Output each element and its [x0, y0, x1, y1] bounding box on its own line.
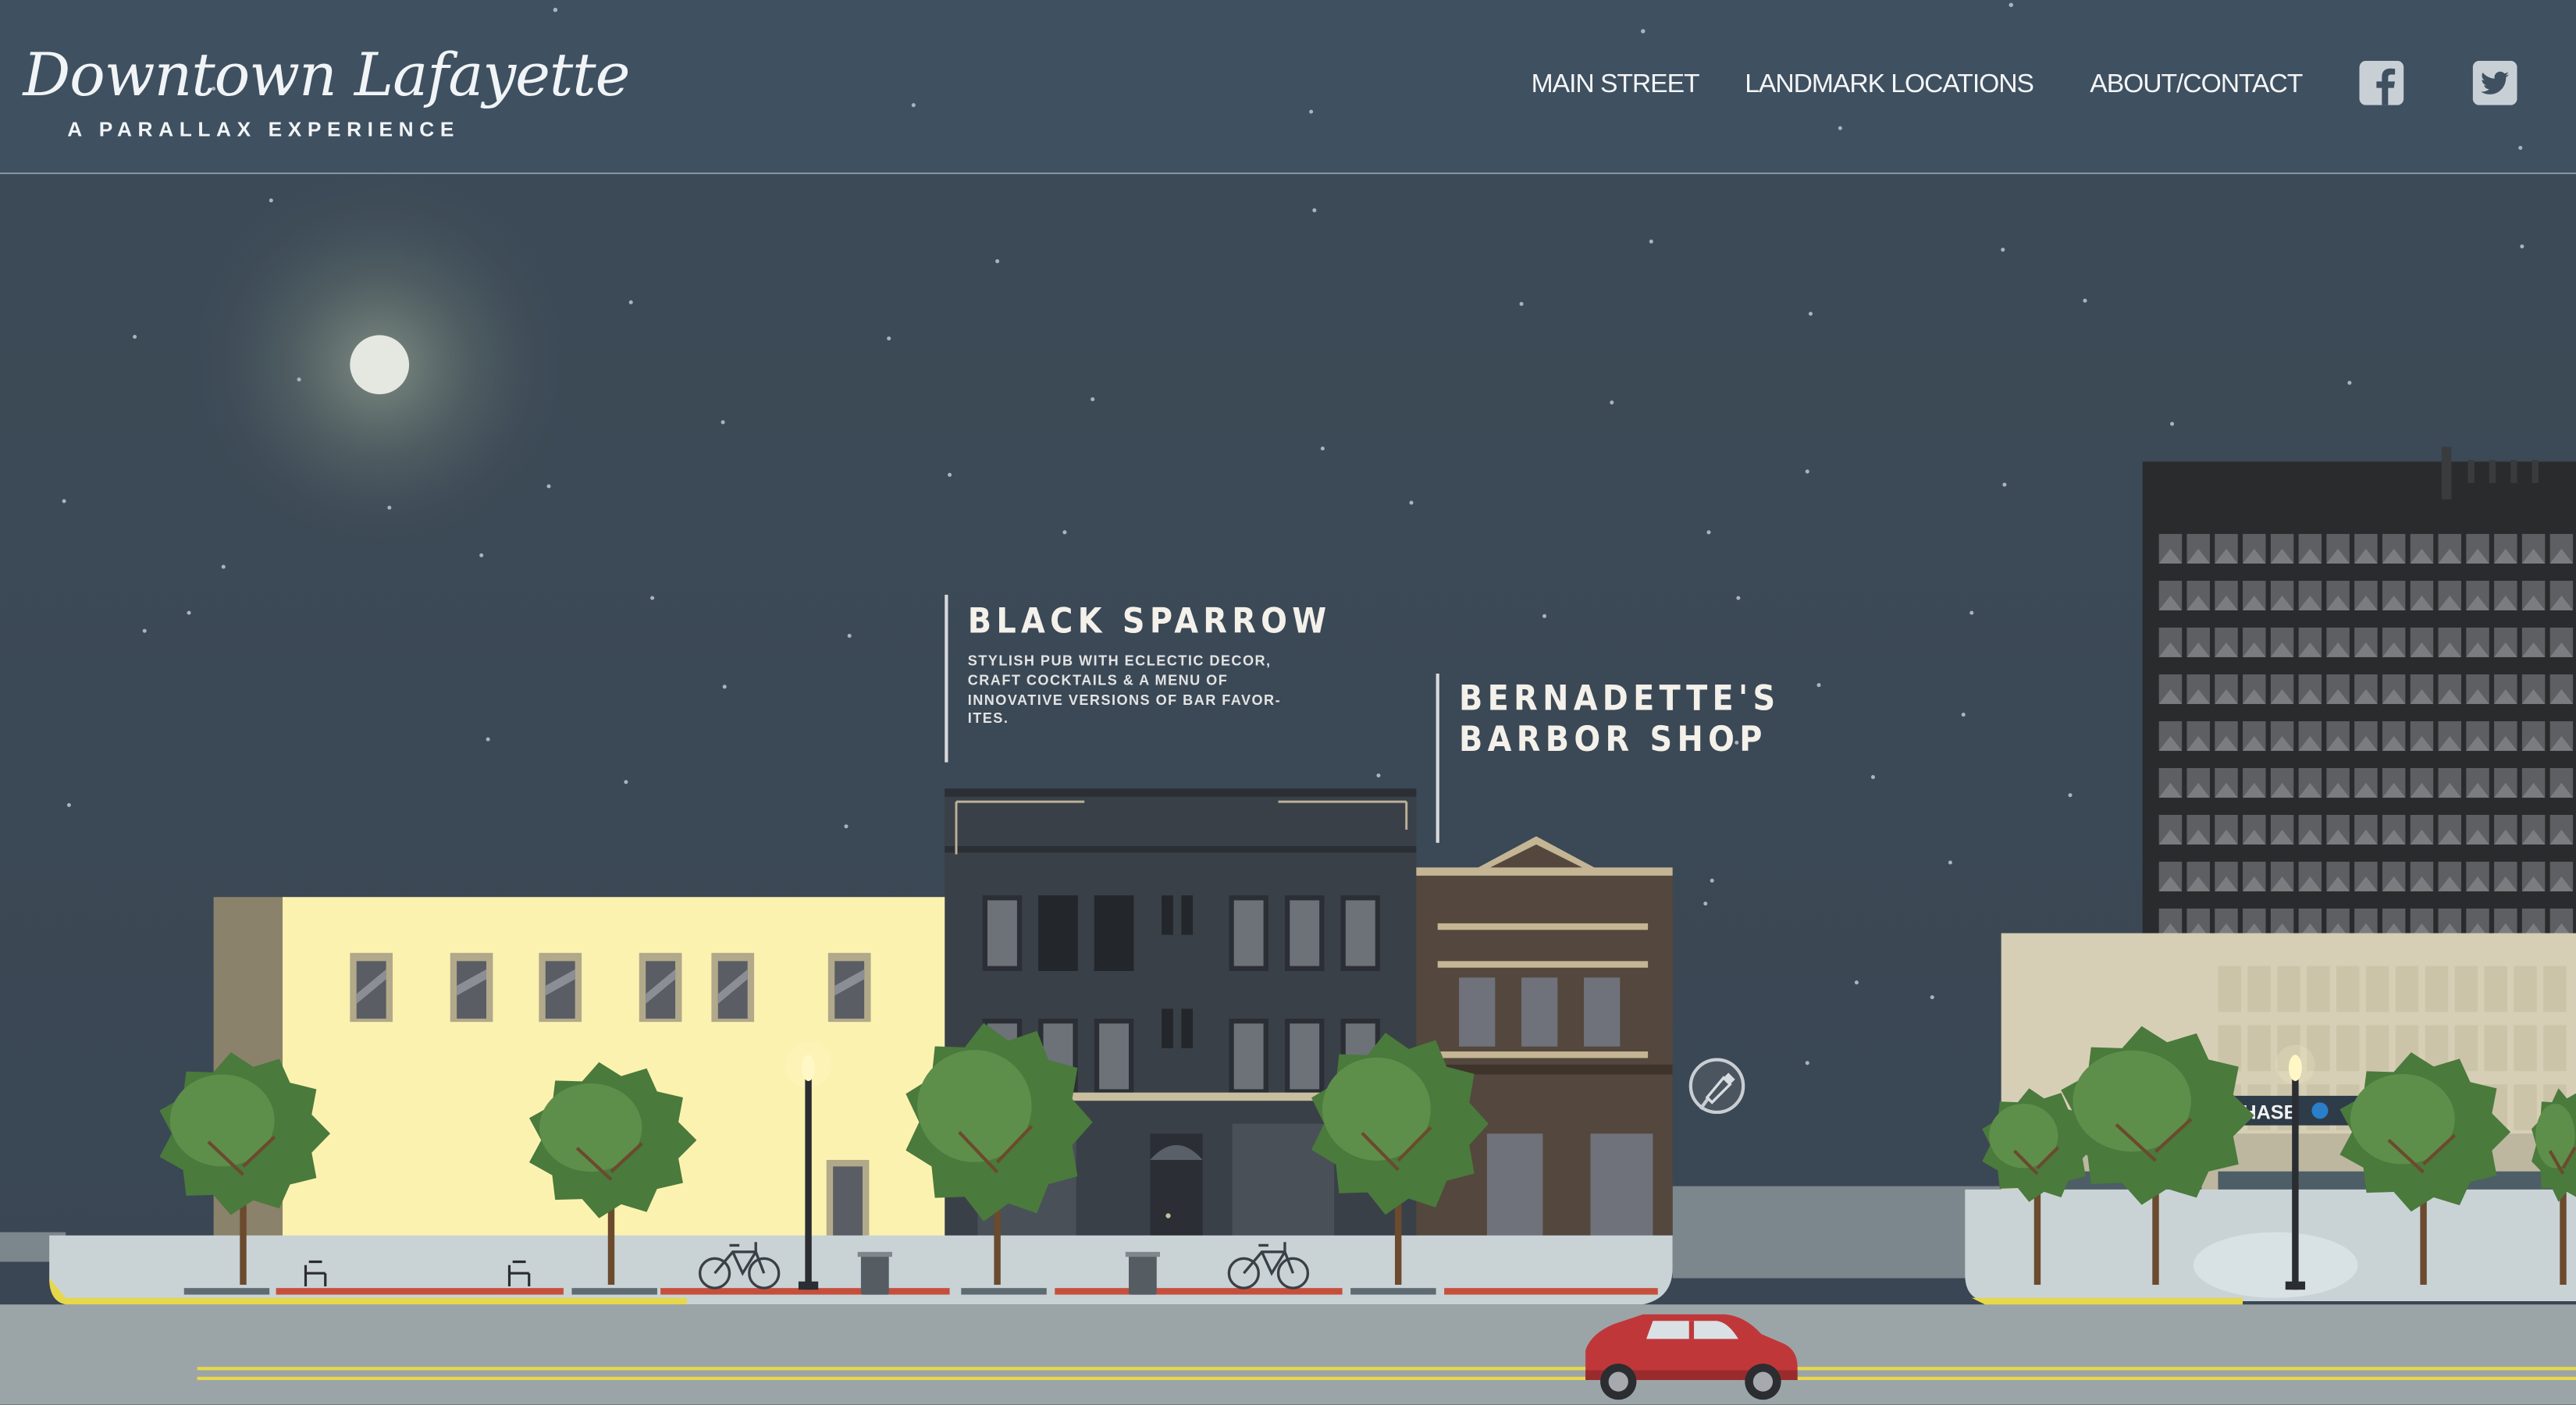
brush-icon[interactable]: [1688, 1056, 1750, 1119]
barber-shop-title-line2[interactable]: BARBOR SHOP: [1459, 720, 1767, 761]
barber-shop-label-line: [1436, 673, 1439, 843]
barber-shop-title-line1[interactable]: BERNADETTE'S: [1459, 678, 1780, 720]
yellow-building: [213, 897, 947, 1262]
barber-shop-building: [1416, 836, 1673, 1262]
stage: Downtown Lafayette A PARALLAX EXPERIENCE…: [0, 0, 2576, 1405]
black-sparrow-description: STYLISH PUB WITH ECLECTIC DECOR, CRAFT C…: [967, 652, 1282, 727]
black-sparrow-label-line: [945, 594, 948, 763]
street-scene: Downtown Lafayette A PARALLAX EXPERIENCE…: [0, 0, 2576, 1405]
black-sparrow-title[interactable]: BLACK SPARROW: [968, 598, 1332, 644]
office-tower: [2142, 446, 2576, 955]
